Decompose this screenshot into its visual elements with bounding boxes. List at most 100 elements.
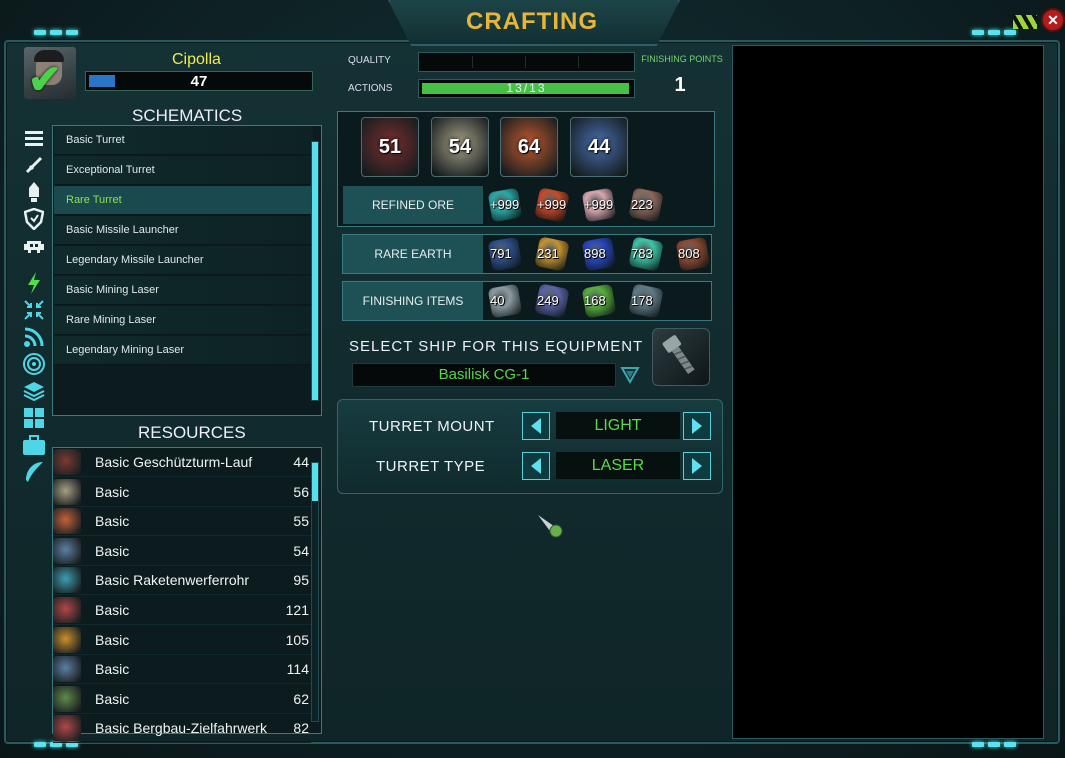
- resource-count: 105: [285, 631, 309, 648]
- indicator-lights: [972, 742, 1016, 747]
- rare-earth-count: 808: [678, 246, 700, 261]
- signal-icon[interactable]: [20, 324, 48, 350]
- shield-icon[interactable]: [20, 206, 48, 232]
- component-slot[interactable]: 64: [500, 117, 558, 177]
- refined-ore-count: +999: [490, 197, 520, 212]
- resource-name: Basic Geschützturm-Lauf: [95, 454, 253, 470]
- finishing-items-count: 168: [584, 293, 606, 308]
- component-value: 64: [517, 136, 541, 158]
- refined-ore-count: +999: [584, 197, 614, 212]
- list-item[interactable]: Basic 55: [53, 507, 311, 537]
- schematics-scrollbar[interactable]: [311, 141, 319, 401]
- bolt-icon: [652, 328, 710, 386]
- indicator-lights: [972, 30, 1016, 35]
- player-header: ✔ Cipolla 47: [22, 45, 320, 103]
- rare-earth-count: 791: [490, 246, 512, 261]
- resource-count: 95: [293, 572, 309, 589]
- chevron-down-icon[interactable]: [620, 364, 640, 385]
- resource-icon: [53, 596, 81, 623]
- schematics-list[interactable]: Basic Turret Exceptional Turret Rare Turre…: [52, 125, 322, 416]
- list-item[interactable]: Basic Turret: [54, 126, 313, 155]
- resource-name: Basic: [95, 631, 130, 648]
- rare-earth-label: RARE EARTH: [343, 235, 483, 273]
- lightning-icon[interactable]: [20, 270, 48, 296]
- list-item[interactable]: Basic 121: [53, 596, 311, 625]
- preview-panel: [732, 45, 1044, 739]
- close-button[interactable]: ✕: [1041, 8, 1065, 32]
- rare-earth-count: 783: [631, 246, 653, 261]
- menu-icon[interactable]: [20, 125, 48, 151]
- next-option-button[interactable]: [683, 452, 711, 480]
- list-item[interactable]: Basic 105: [53, 626, 311, 655]
- hazard-stripe-icon: [1013, 15, 1037, 29]
- list-item[interactable]: Basic 54: [53, 537, 311, 566]
- category-sidebar: [20, 125, 50, 486]
- list-item[interactable]: Basic 56: [53, 478, 311, 507]
- component-slot[interactable]: 54: [431, 117, 489, 177]
- resources-scrollbar[interactable]: [311, 462, 319, 722]
- resource-icon: [53, 685, 81, 712]
- list-item[interactable]: Legendary Missile Launcher: [54, 246, 313, 275]
- finishing-points-value: 1: [674, 74, 686, 96]
- component-slot[interactable]: 51: [361, 117, 419, 177]
- list-item[interactable]: Basic 62: [53, 685, 311, 714]
- actions-bar: 13/13: [418, 79, 635, 98]
- ship-select[interactable]: Basilisk CG-1: [352, 363, 616, 387]
- component-slot[interactable]: 44: [570, 117, 628, 177]
- option-label: TURRET TYPE: [376, 458, 486, 475]
- layers-icon[interactable]: [20, 378, 48, 404]
- briefcase-icon[interactable]: [20, 432, 48, 458]
- actions-count: 13/13: [506, 81, 547, 95]
- level-bar: 47: [85, 71, 313, 91]
- select-ship-label: SELECT SHIP FOR THIS EQUIPMENT: [349, 338, 644, 355]
- refined-ore-count: 223: [631, 197, 653, 212]
- resource-name: Basic Raketenwerferrohr: [95, 572, 250, 589]
- rare-earth-count: 231: [537, 246, 559, 261]
- list-item[interactable]: Basic 114: [53, 655, 311, 685]
- previous-option-button[interactable]: [522, 412, 550, 440]
- component-value: 51: [378, 136, 402, 158]
- resource-icon: [53, 449, 81, 475]
- option-label: TURRET MOUNT: [369, 418, 495, 435]
- next-option-button[interactable]: [683, 412, 711, 440]
- resources-list[interactable]: Basic Geschützturm-Lauf 44 Basic 56 Basic 55 B…: [52, 447, 322, 744]
- list-item[interactable]: Rare Mining Laser: [54, 306, 313, 335]
- resource-name: Basic: [95, 601, 130, 618]
- finishing-items-count: 40: [490, 293, 505, 308]
- finishing-items-count: 178: [631, 293, 653, 308]
- list-item[interactable]: Basic Raketenwerferrohr 95: [53, 566, 311, 596]
- list-item[interactable]: Basic Bergbau-Zielfahrwerk 82: [53, 714, 311, 744]
- target-icon[interactable]: [20, 351, 48, 377]
- chevron-right-icon: [692, 458, 702, 474]
- sword-icon[interactable]: [20, 152, 48, 178]
- list-item[interactable]: Legendary Mining Laser: [54, 336, 313, 365]
- rocket-icon[interactable]: [20, 179, 48, 205]
- chevron-left-icon: [531, 458, 541, 474]
- list-item[interactable]: Basic Geschützturm-Lauf 44: [53, 448, 311, 477]
- quality-label: QUALITY: [348, 55, 391, 66]
- feather-icon[interactable]: [20, 459, 48, 485]
- collapse-arrows-icon[interactable]: [20, 297, 48, 323]
- finishing-items-count: 249: [537, 293, 559, 308]
- list-item[interactable]: Basic Mining Laser: [54, 276, 313, 305]
- invader-icon[interactable]: [20, 233, 48, 259]
- resource-icon: [53, 478, 81, 505]
- schematics-title: SCHEMATICS: [132, 106, 243, 125]
- list-item[interactable]: Rare Turret: [54, 186, 313, 215]
- resource-name: Basic: [95, 513, 130, 530]
- resource-icon: [53, 508, 81, 535]
- list-item[interactable]: Exceptional Turret: [54, 156, 313, 185]
- avatar[interactable]: ✔: [24, 47, 76, 99]
- resource-icon: [53, 537, 81, 564]
- resource-name: Basic: [95, 542, 130, 559]
- resources-scroll-thumb[interactable]: [312, 463, 318, 501]
- list-item[interactable]: Basic Missile Launcher: [54, 216, 313, 245]
- schematics-scroll-thumb[interactable]: [312, 142, 318, 400]
- actions-label: ACTIONS: [348, 83, 393, 94]
- resource-icon: [53, 656, 81, 683]
- resource-count: 55: [293, 513, 309, 530]
- component-value: 54: [448, 136, 472, 158]
- grid-icon[interactable]: [20, 405, 48, 431]
- previous-option-button[interactable]: [522, 452, 550, 480]
- resource-icon: [53, 567, 81, 594]
